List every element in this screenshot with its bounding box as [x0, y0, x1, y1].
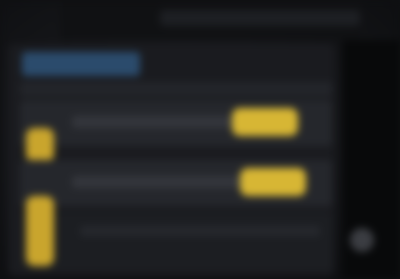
- blurred-screen: [0, 0, 400, 279]
- tab-active[interactable]: [22, 52, 140, 76]
- list-item[interactable]: [20, 100, 332, 162]
- list-item-label: [80, 226, 320, 236]
- corner-action-icon[interactable]: [350, 228, 374, 252]
- list-item[interactable]: [20, 160, 332, 206]
- app-icon: [26, 196, 54, 266]
- list-item-label: [72, 116, 232, 128]
- list-item[interactable]: [20, 196, 332, 270]
- list-item-label: [72, 176, 242, 188]
- top-bar: [60, 0, 360, 40]
- action-button[interactable]: [240, 168, 306, 196]
- app-icon: [26, 128, 54, 162]
- action-button[interactable]: [232, 108, 298, 136]
- tab-strip: [20, 82, 332, 96]
- window-title: [160, 10, 360, 26]
